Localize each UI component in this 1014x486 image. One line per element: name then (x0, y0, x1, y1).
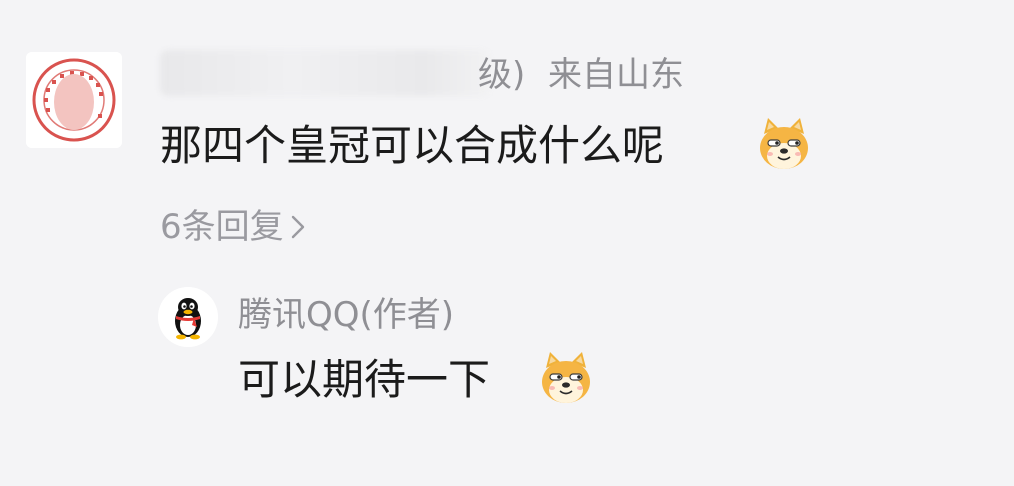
username-level-suffix: 级) (478, 55, 526, 95)
reply-author-avatar[interactable] (158, 287, 218, 347)
reply-text: 可以期待一下 (238, 355, 491, 404)
reply-author-name[interactable]: 腾讯QQ(作者) (238, 292, 454, 338)
commenter-avatar[interactable] (26, 52, 122, 148)
doge-emoji-icon (538, 350, 594, 406)
qq-penguin-icon (158, 287, 218, 347)
comment-location: 来自山东 (548, 55, 684, 95)
blurred-username[interactable] (160, 50, 490, 96)
seal-avatar-icon (26, 52, 122, 148)
doge-emoji-icon (756, 116, 812, 172)
chevron-right-icon (291, 215, 304, 239)
replies-count-label: 6条回复 (160, 207, 284, 247)
comment-text: 那四个皇冠可以合成什么呢 (160, 121, 665, 170)
comment-card: 级) 来自山东 那四个皇冠可以合成什么呢 6条回复 腾讯QQ(作者) 可以期待一… (0, 0, 1014, 486)
view-replies-link[interactable]: 6条回复 (160, 204, 306, 250)
